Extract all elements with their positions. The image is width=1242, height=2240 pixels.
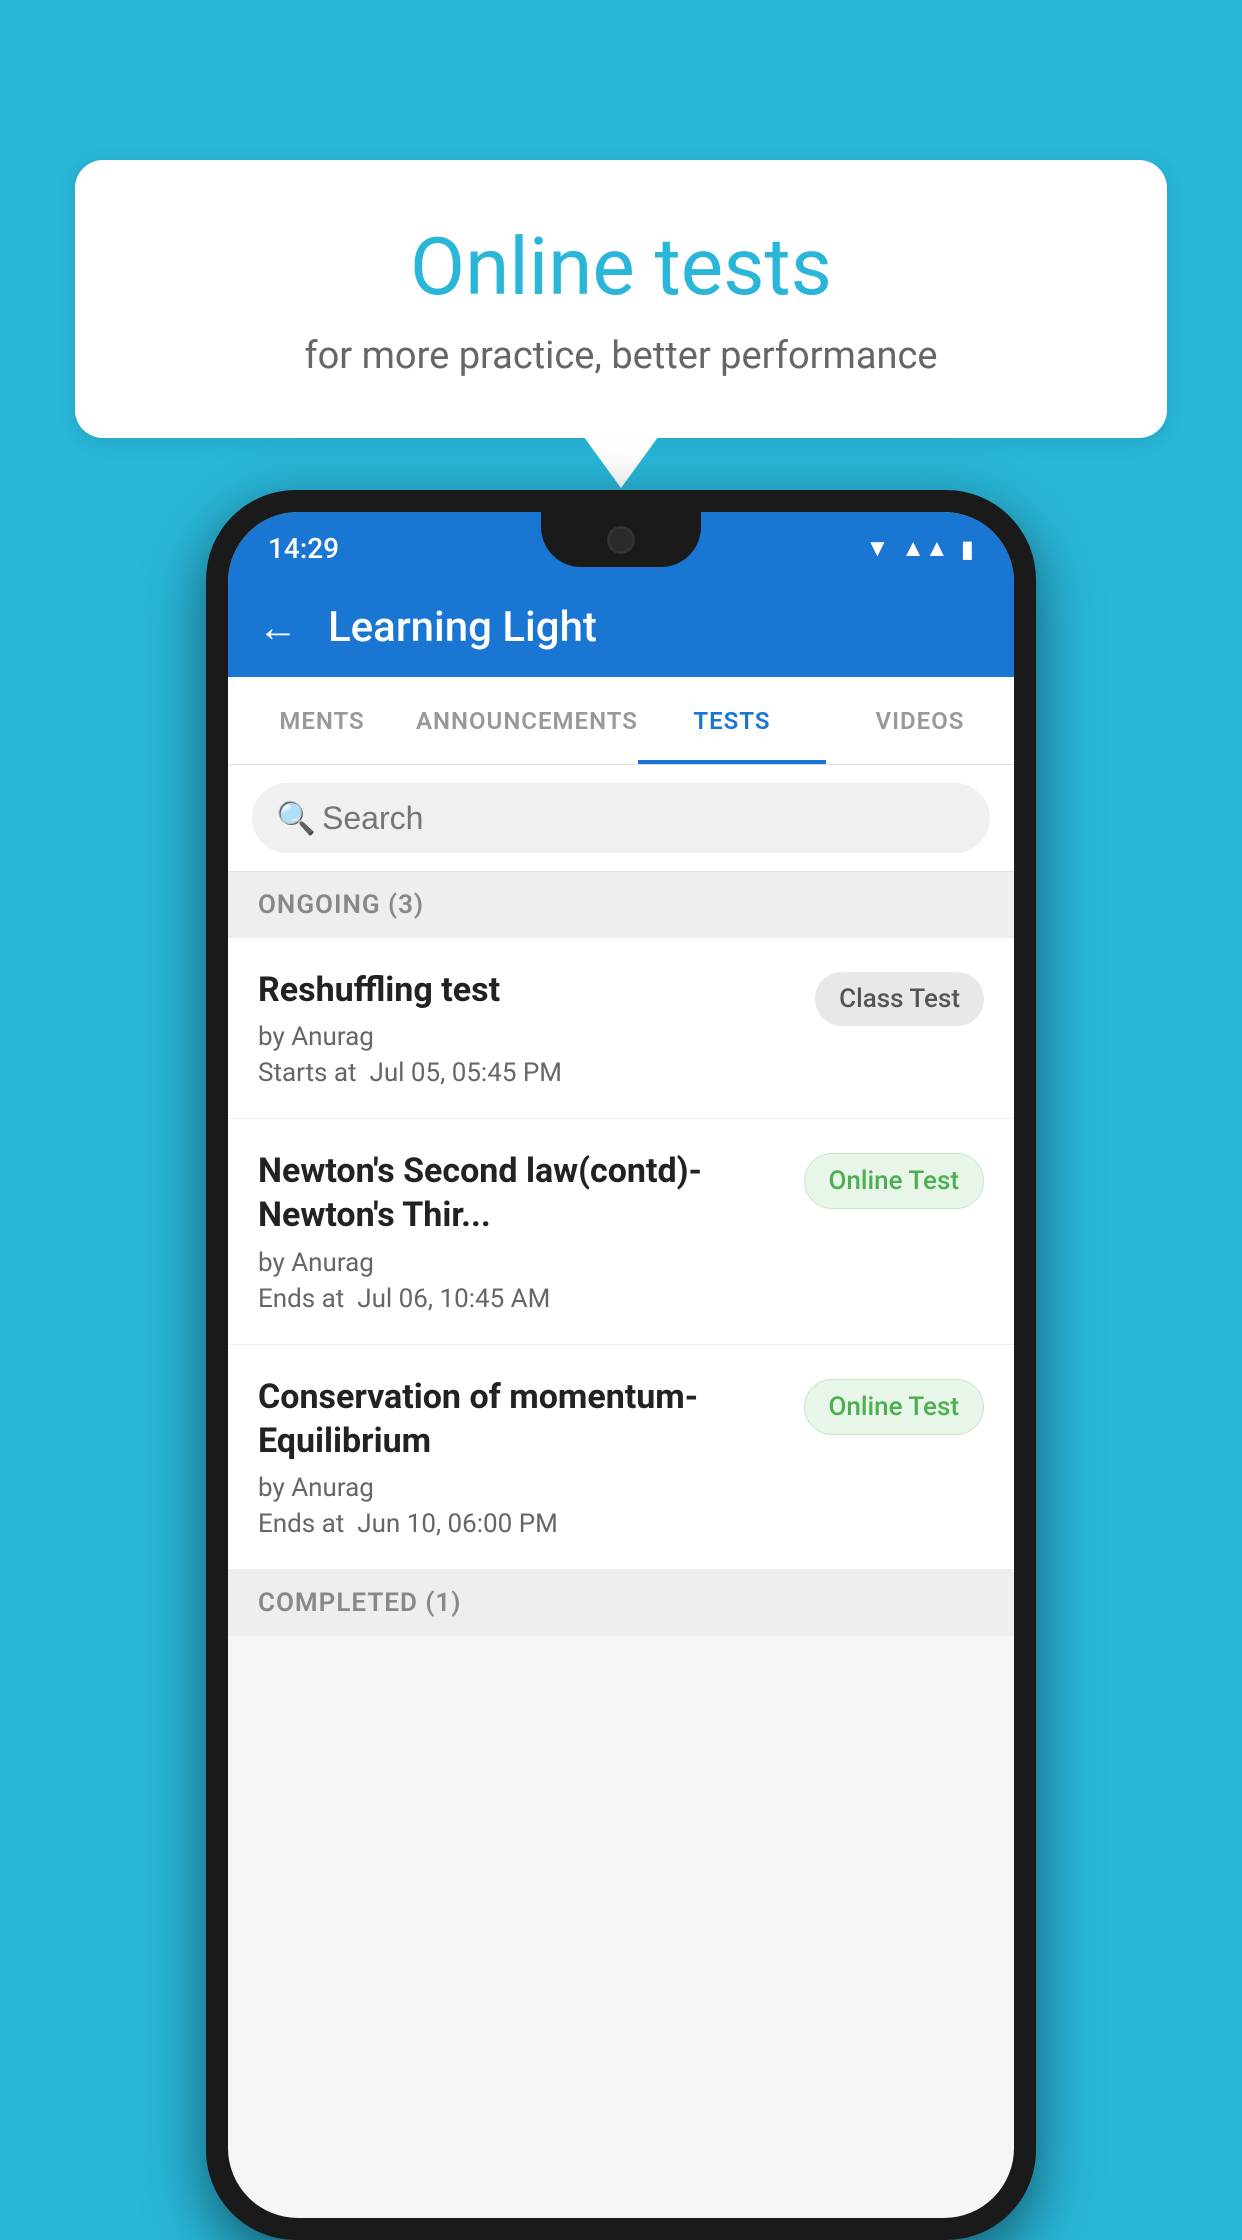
app-header: ← Learning Light — [228, 577, 1014, 677]
tab-videos[interactable]: VIDEOS — [826, 677, 1014, 764]
test-name-1: Reshuffling test — [258, 968, 795, 1012]
status-icons: ▼ ▲▲ ▮ — [866, 534, 975, 563]
phone-screen: 14:29 ▼ ▲▲ ▮ ← Learning Light MENTS ANNO… — [228, 512, 1014, 2218]
status-time: 14:29 — [268, 532, 339, 565]
test-date-1: Starts at Jul 05, 05:45 PM — [258, 1058, 795, 1088]
wifi-icon: ▼ — [866, 534, 890, 563]
test-badge-3: Online Test — [804, 1379, 985, 1435]
speech-bubble-container: Online tests for more practice, better p… — [75, 160, 1167, 438]
search-icon: 🔍 — [276, 799, 316, 837]
test-list: Reshuffling test by Anurag Starts at Jul… — [228, 938, 1014, 1570]
test-item-2[interactable]: Newton's Second law(contd)-Newton's Thir… — [228, 1119, 1014, 1344]
search-input[interactable] — [252, 783, 990, 853]
speech-bubble: Online tests for more practice, better p… — [75, 160, 1167, 438]
phone-container: 14:29 ▼ ▲▲ ▮ ← Learning Light MENTS ANNO… — [206, 490, 1036, 2240]
ongoing-section-header: ONGOING (3) — [228, 872, 1014, 938]
tab-ments[interactable]: MENTS — [228, 677, 416, 764]
test-item-3[interactable]: Conservation of momentum-Equilibrium by … — [228, 1345, 1014, 1570]
phone-notch — [541, 512, 701, 567]
test-badge-1: Class Test — [815, 972, 984, 1026]
test-name-2: Newton's Second law(contd)-Newton's Thir… — [258, 1149, 784, 1237]
bubble-subtitle: for more practice, better performance — [155, 334, 1087, 378]
tab-tests[interactable]: TESTS — [638, 677, 826, 764]
test-by-3: by Anurag — [258, 1473, 784, 1503]
battery-icon: ▮ — [961, 535, 974, 563]
completed-section-header: COMPLETED (1) — [228, 1570, 1014, 1636]
test-date-3: Ends at Jun 10, 06:00 PM — [258, 1509, 784, 1539]
app-header-title: Learning Light — [328, 603, 597, 652]
signal-icon: ▲▲ — [901, 534, 949, 563]
search-wrapper: 🔍 — [252, 783, 990, 853]
test-info-2: Newton's Second law(contd)-Newton's Thir… — [258, 1149, 784, 1313]
phone-frame: 14:29 ▼ ▲▲ ▮ ← Learning Light MENTS ANNO… — [206, 490, 1036, 2240]
test-by-1: by Anurag — [258, 1022, 795, 1052]
test-info-3: Conservation of momentum-Equilibrium by … — [258, 1375, 784, 1539]
back-button[interactable]: ← — [258, 604, 298, 651]
bubble-title: Online tests — [155, 220, 1087, 314]
tab-announcements[interactable]: ANNOUNCEMENTS — [416, 677, 638, 764]
test-badge-2: Online Test — [804, 1153, 985, 1209]
tabs-container: MENTS ANNOUNCEMENTS TESTS VIDEOS — [228, 677, 1014, 765]
test-by-2: by Anurag — [258, 1248, 784, 1278]
front-camera — [607, 526, 635, 554]
test-item-1[interactable]: Reshuffling test by Anurag Starts at Jul… — [228, 938, 1014, 1119]
test-info-1: Reshuffling test by Anurag Starts at Jul… — [258, 968, 795, 1088]
test-name-3: Conservation of momentum-Equilibrium — [258, 1375, 784, 1463]
test-date-2: Ends at Jul 06, 10:45 AM — [258, 1284, 784, 1314]
search-container: 🔍 — [228, 765, 1014, 872]
